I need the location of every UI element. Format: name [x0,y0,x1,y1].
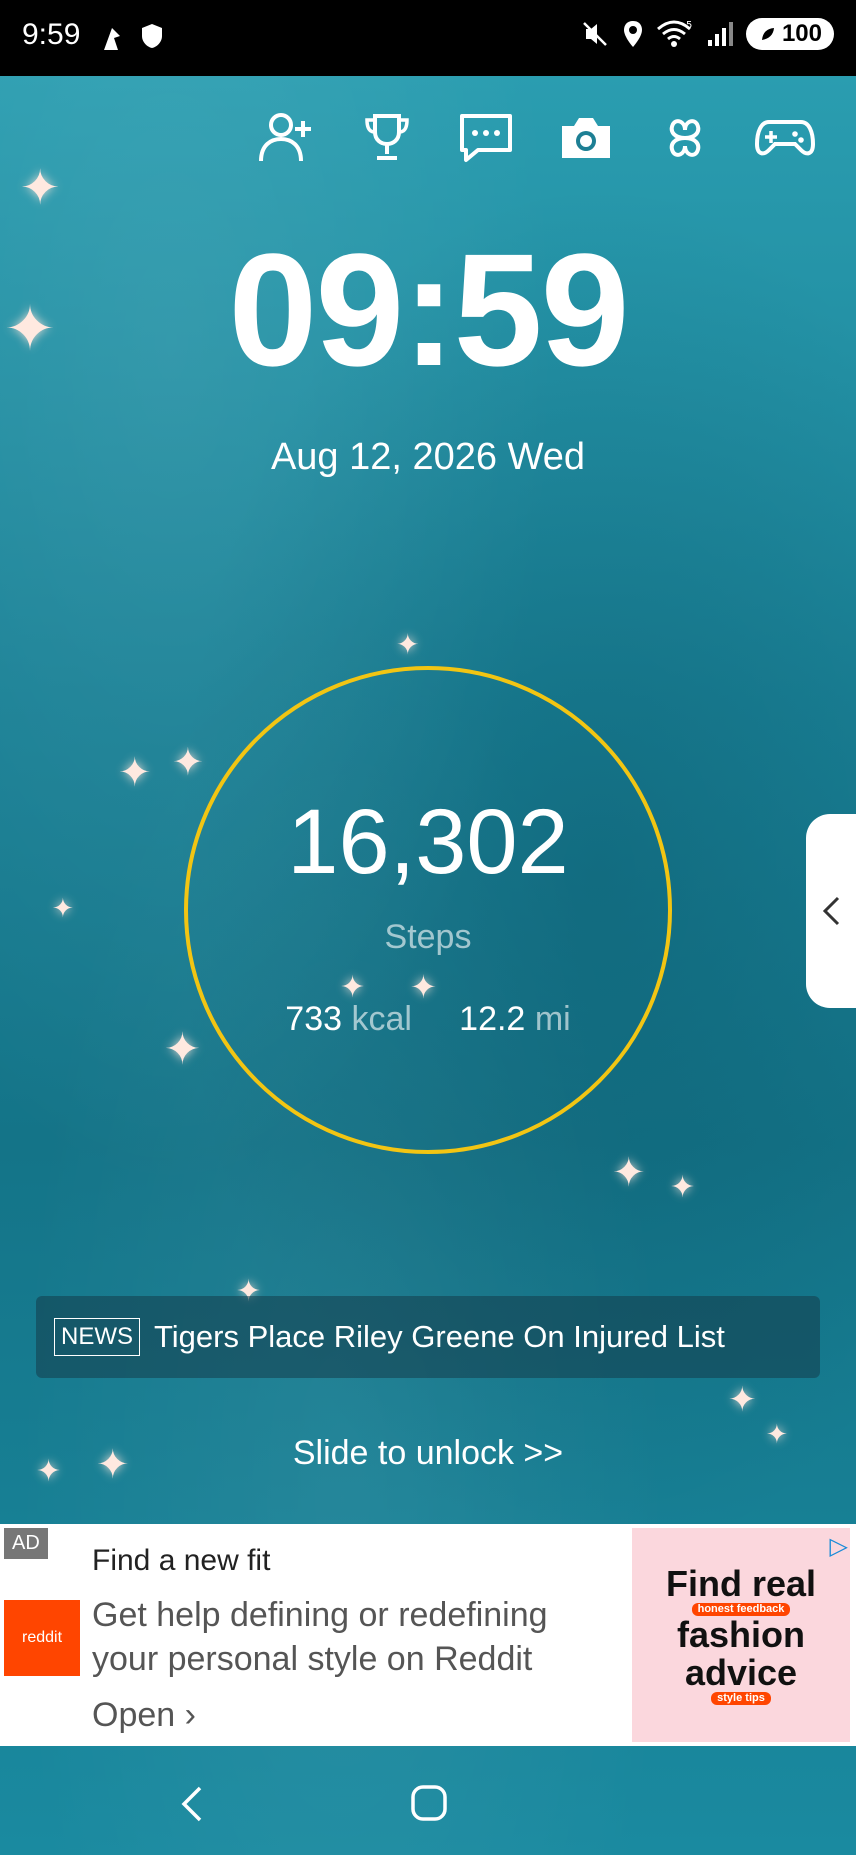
battery-level: 100 [781,20,822,47]
svg-text:5: 5 [686,20,692,31]
add-friend-icon [259,113,311,162]
ad-open-link[interactable]: Open › [92,1696,196,1735]
lucky-button[interactable] [654,108,716,168]
clover-icon [670,119,701,157]
distance-value: 12.2 [459,1000,526,1038]
ad-image-line1: Find real [665,1562,817,1604]
ad-image-pill: style tips [711,1691,771,1706]
ad-cta-label: Open [92,1696,176,1734]
step-count: 16,302 [287,791,569,893]
side-panel-tab[interactable] [806,814,856,1008]
upload-icon [104,28,120,50]
gamepad-icon [754,120,815,156]
steps-progress-ring[interactable] [184,666,672,1154]
ad-image-line3: advice [684,1651,798,1693]
camera-button[interactable] [555,108,617,168]
chevron-left-icon [822,896,840,926]
status-bar: 9:59 5 100 [0,0,856,76]
advertiser-logo: reddit [4,1600,80,1676]
advertiser-name: reddit [21,1629,63,1646]
news-headline: Tigers Place Riley Greene On Injured Lis… [154,1319,725,1354]
location-icon [623,21,642,47]
slide-to-unlock[interactable]: Slide to unlock >> [0,1434,856,1473]
shield-icon [142,24,162,48]
lock-date: Aug 12, 2026 Wed [270,436,586,478]
trophy-icon [364,114,409,160]
calories-unit: kcal [351,1000,412,1038]
back-button[interactable] [176,1784,206,1824]
navigation-bar [0,1746,856,1855]
ad-image[interactable]: Find real honest feedback fashion advice… [632,1528,850,1742]
leaderboard-button[interactable] [356,108,418,168]
news-ticker[interactable]: NEWS Tigers Place Riley Greene On Injure… [36,1296,820,1378]
ad-badge: AD [4,1528,48,1559]
top-shortcuts [256,108,816,168]
status-time: 9:59 [22,18,81,51]
battery-indicator: 100 [745,18,834,50]
ad-title: Find a new fit [92,1544,271,1577]
chat-icon [460,114,513,162]
ad-image-line2: fashion [676,1614,805,1656]
activity-stats: 733 kcal 12.2 mi [0,1000,856,1039]
chat-button[interactable] [455,108,517,168]
camera-icon [561,118,610,158]
lock-clock: 09:59 [228,220,629,399]
home-button[interactable] [410,1784,448,1822]
steps-label: Steps [384,918,472,956]
calories-value: 733 [285,1000,343,1038]
chevron-right-icon: › [184,1696,196,1734]
ad-banner[interactable]: AD reddit Find a new fit Get help defini… [0,1524,856,1746]
games-button[interactable] [754,108,816,168]
mute-icon [583,22,607,46]
distance-unit: mi [534,1000,571,1038]
news-tag: NEWS [54,1318,140,1356]
wifi-icon: 5 [656,20,692,47]
add-friend-button[interactable] [256,108,318,168]
signal-icon [707,22,733,46]
ad-choices-icon[interactable]: ▷ [830,1532,848,1561]
ad-body: Get help defining or redefining your per… [92,1596,548,1678]
battery-saver-icon [761,28,774,40]
